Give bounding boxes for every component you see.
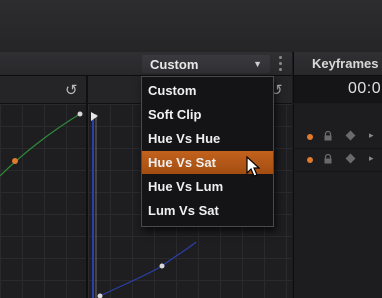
menu-item-hue-vs-hue[interactable]: Hue Vs Hue <box>142 127 273 150</box>
curve-point <box>159 263 165 269</box>
keyframe-diamond-icon[interactable] <box>345 153 356 164</box>
curve-point <box>12 158 18 164</box>
keyframe-row[interactable]: ▸ <box>293 149 382 172</box>
menu-item-label: Lum Vs Sat <box>148 203 219 218</box>
top-toolbar-strip <box>0 0 382 53</box>
expand-arrow-icon[interactable]: ▸ <box>369 153 374 164</box>
expand-arrow-icon[interactable]: ▸ <box>369 130 374 141</box>
menu-item-label: Soft Clip <box>148 107 202 122</box>
menu-item-label: Custom <box>148 83 197 98</box>
keyframe-dot-icon[interactable] <box>307 157 313 163</box>
curve-mode-selected: Custom <box>150 57 199 72</box>
menu-item-label: Hue Vs Hue <box>148 131 221 146</box>
keyframe-diamond-icon[interactable] <box>345 130 356 141</box>
curve-point <box>77 111 83 117</box>
menu-item-label: Hue Vs Lum <box>148 179 224 194</box>
menu-item-label: Hue Vs Sat <box>148 155 216 170</box>
options-dots-icon[interactable] <box>279 56 283 72</box>
green-curve <box>0 113 81 177</box>
white-point-marker <box>91 112 98 121</box>
curve-mode-dropdown[interactable]: Custom ▼ <box>142 55 270 73</box>
keyframes-panel-header: Keyframes <box>293 52 382 76</box>
timecode-display: 00:0 <box>293 76 382 103</box>
timecode-value: 00:0 <box>348 80 382 97</box>
menu-item-custom[interactable]: Custom <box>142 79 273 102</box>
lock-icon[interactable] <box>323 131 333 141</box>
reset-icon[interactable]: ↺ <box>65 81 78 99</box>
blue-curve <box>99 241 197 297</box>
chevron-down-icon: ▼ <box>253 59 262 69</box>
keyframes-title: Keyframes <box>312 56 379 71</box>
curve-point <box>97 293 103 298</box>
lock-icon[interactable] <box>323 154 333 164</box>
menu-item-lum-vs-sat[interactable]: Lum Vs Sat <box>142 199 273 222</box>
menu-item-hue-vs-lum[interactable]: Hue Vs Lum <box>142 175 273 198</box>
keyframe-dot-icon[interactable] <box>307 134 313 140</box>
keyframe-row[interactable]: ▸ <box>293 126 382 149</box>
menu-item-soft-clip[interactable]: Soft Clip <box>142 103 273 126</box>
mouse-cursor-icon <box>246 156 261 177</box>
curve-mode-menu: Custom Soft Clip Hue Vs Hue Hue Vs Sat H… <box>141 76 274 227</box>
